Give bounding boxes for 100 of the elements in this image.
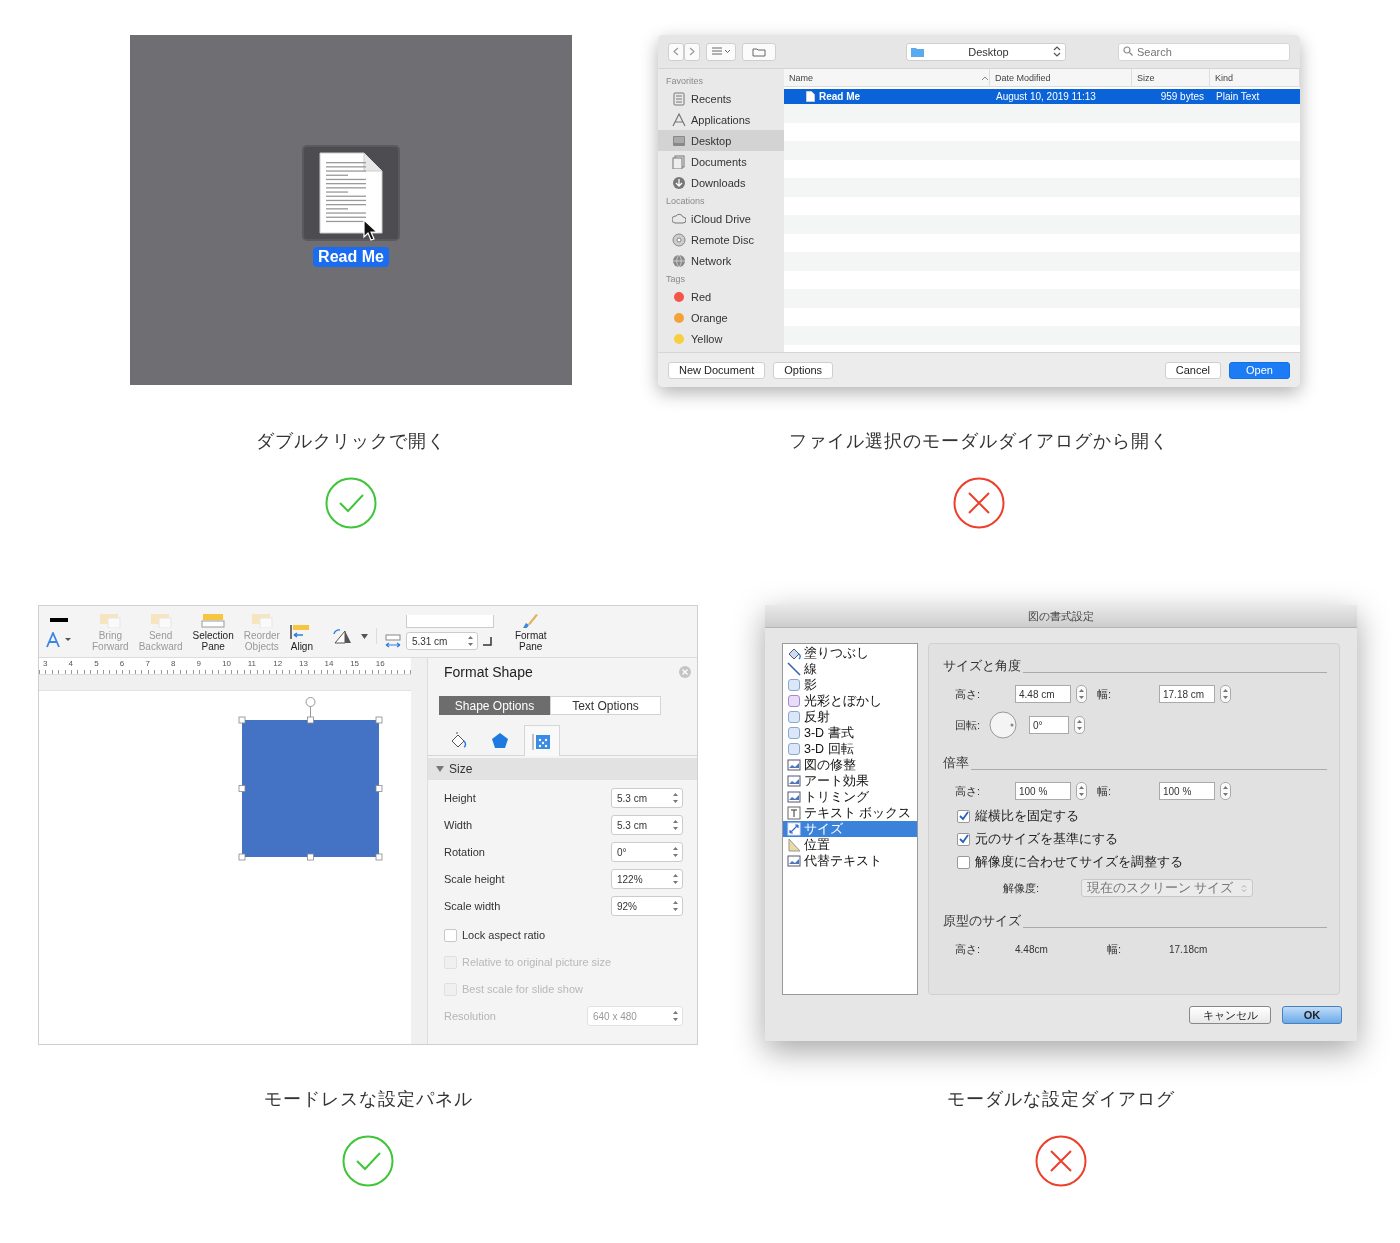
resolution-select: 現在のスクリーン サイズ [1081, 879, 1253, 897]
category-item[interactable]: 図の修整 [783, 757, 917, 773]
column-header[interactable]: Date Modified [990, 69, 1132, 86]
sidebar-item[interactable]: Documents [658, 151, 784, 172]
list-view-icon [711, 47, 731, 56]
stepper[interactable] [1220, 782, 1231, 800]
table-cell-text: August 10, 2019 11:13 [995, 90, 1097, 104]
folder-icon [911, 46, 924, 57]
column-header[interactable]: Size [1132, 69, 1210, 86]
dialog-button[interactable]: New Document [668, 361, 766, 379]
category-item[interactable]: 線 [783, 661, 917, 677]
stepper[interactable] [1076, 685, 1087, 703]
width-field[interactable]: 5.31 cm [405, 632, 478, 650]
category-item[interactable]: 3-D 回転 [783, 741, 917, 757]
square-icon [787, 742, 801, 756]
category-item[interactable]: 代替テキスト [783, 853, 917, 869]
sidebar-item[interactable]: Network [658, 250, 784, 271]
text-field[interactable]: 100 % [1159, 782, 1215, 800]
category-item[interactable]: 影 [783, 677, 917, 693]
stepper[interactable] [1074, 716, 1085, 734]
sidebar-heading: Tags [665, 273, 686, 286]
sidebar-item[interactable]: Downloads [658, 172, 784, 193]
category-item[interactable]: トリミング [783, 789, 917, 805]
ok-button[interactable]: OK [1282, 1006, 1342, 1024]
number-field[interactable]: 122% [611, 869, 683, 889]
text-field[interactable]: 100 % [1015, 782, 1071, 800]
stepper-arrows-icon [1078, 688, 1085, 700]
tab[interactable]: Shape Options [439, 696, 550, 715]
location-popup[interactable]: Desktop [906, 42, 1066, 61]
new-folder-button[interactable] [742, 42, 776, 61]
clock-list-icon [672, 91, 686, 106]
field-label: 幅: [1097, 783, 1113, 799]
checkbox[interactable] [444, 928, 457, 942]
category-item[interactable]: アート効果 [783, 773, 917, 789]
column-header[interactable]: Kind [1210, 69, 1300, 86]
stepper[interactable] [1220, 685, 1231, 703]
text-field[interactable]: 17.18 cm [1159, 685, 1215, 703]
sidebar-item[interactable]: iCloud Drive [658, 208, 784, 229]
dialog-button[interactable]: Cancel [1164, 361, 1221, 379]
sidebar-item[interactable]: Desktop [658, 130, 784, 151]
number-field[interactable]: 5.3 cm [611, 788, 683, 808]
ribbon-button[interactable]: Format Pane [513, 614, 548, 652]
view-button[interactable] [706, 42, 736, 61]
height-field[interactable] [405, 615, 494, 628]
apps-icon [672, 112, 686, 127]
default-button[interactable]: Open [1229, 361, 1290, 379]
file-row[interactable]: Read Me August 10, 2019 11:13 959 bytes Plain Text [784, 89, 1300, 104]
category-item[interactable]: サイズ [783, 821, 917, 837]
table-cell: Read Me [784, 89, 990, 104]
sidebar-item[interactable]: Orange [658, 307, 784, 328]
sidebar-item[interactable]: Red [658, 286, 784, 307]
category-item[interactable]: テキスト ボックス [783, 805, 917, 821]
checkbox[interactable] [957, 809, 970, 823]
ribbon-button[interactable]: Selection Pane [191, 614, 235, 652]
forward-button[interactable] [684, 42, 700, 61]
ribbon-button[interactable]: Align [288, 625, 315, 652]
category-item[interactable]: 反射 [783, 709, 917, 725]
category-item[interactable]: 位置 [783, 837, 917, 853]
file-name-label[interactable]: Read Me [313, 247, 389, 267]
checkbox[interactable] [957, 832, 970, 846]
stepper[interactable] [1076, 782, 1087, 800]
column-header[interactable]: Name [784, 69, 990, 86]
text-box-icon [787, 806, 801, 820]
number-field[interactable]: 5.3 cm [611, 815, 683, 835]
sidebar-heading: Favorites [665, 75, 704, 88]
back-button[interactable] [668, 42, 684, 61]
number-field[interactable]: 0° [611, 842, 683, 862]
category-item[interactable]: 塗りつぶし [783, 645, 917, 661]
spinner-icon [672, 846, 679, 858]
caret-icon [360, 633, 368, 639]
picture-icon [787, 790, 801, 804]
ruler-number: 5 [94, 658, 100, 670]
text-field[interactable]: 0° [1029, 716, 1069, 734]
pentagon-icon [490, 731, 510, 751]
icon-tab[interactable] [524, 725, 560, 756]
stacked-rectangles-icon [148, 614, 173, 628]
sidebar-item[interactable]: Remote Disc [658, 229, 784, 250]
documents-icon [672, 154, 686, 169]
sidebar-item[interactable]: Yellow [658, 328, 784, 349]
checkbox[interactable] [957, 855, 970, 869]
number-field[interactable]: 92% [611, 896, 683, 916]
dialog-button[interactable]: Options [773, 361, 834, 379]
tab[interactable]: Text Options [550, 696, 661, 715]
category-item[interactable]: 3-D 書式 [783, 725, 917, 741]
stacked-rectangles-icon [249, 614, 274, 628]
text-field[interactable]: 4.48 cm [1015, 685, 1071, 703]
cancel-button[interactable]: キャンセル [1189, 1006, 1271, 1024]
category-item[interactable]: 光彩とぼかし [783, 693, 917, 709]
field-label: 高さ: [955, 783, 982, 799]
disclosure-triangle-icon[interactable] [436, 765, 444, 773]
ruler-number: 7 [145, 658, 151, 670]
search-field[interactable]: Search [1118, 43, 1290, 61]
field-label: 高さ: [955, 942, 982, 957]
rotation-dial[interactable] [989, 711, 1017, 739]
sidebar-item[interactable]: Applications [658, 109, 784, 130]
document-icon [318, 152, 384, 234]
sidebar-item[interactable]: Recents [658, 88, 784, 109]
file-icon-tile[interactable] [302, 145, 400, 241]
square-icon [787, 726, 801, 740]
field-label: Rotation [444, 846, 485, 858]
